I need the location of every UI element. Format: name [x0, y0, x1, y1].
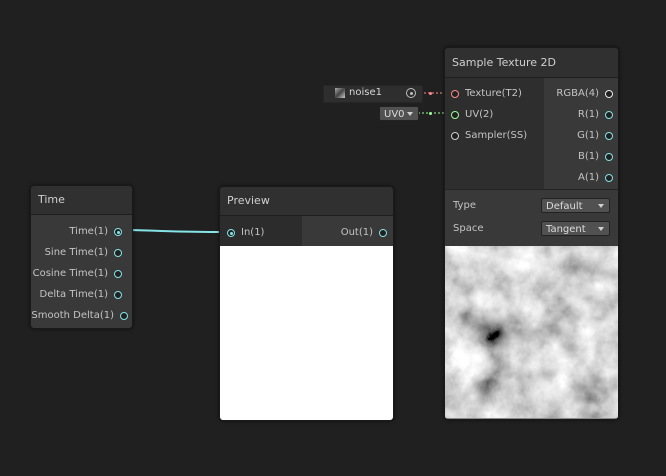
port-connector-icon[interactable] [114, 249, 122, 257]
chevron-down-icon [407, 112, 413, 116]
input-port-in[interactable]: In(1) [227, 224, 264, 242]
node-divider [445, 189, 618, 190]
uv-link-dot [429, 112, 432, 115]
chevron-down-icon [598, 227, 604, 231]
space-dropdown[interactable]: Tangent [541, 221, 610, 236]
output-port-cosine-time[interactable]: Cosine Time(1) [33, 265, 122, 283]
type-dropdown-value: Default [546, 201, 583, 212]
output-port-rgba[interactable]: RGBA(4) [556, 85, 613, 103]
port-label: Delta Time(1) [39, 289, 109, 300]
space-dropdown-value: Tangent [546, 224, 586, 235]
port-connector-icon[interactable] [114, 291, 122, 299]
uv-channel-value: UV0 [384, 109, 405, 120]
output-port-r[interactable]: R(1) [578, 106, 613, 124]
port-label: A(1) [577, 172, 599, 183]
port-label: Cosine Time(1) [32, 268, 108, 279]
preview-node[interactable]: Preview In(1) Out(1) [219, 186, 394, 421]
port-label: Time(1) [69, 226, 108, 237]
port-label: In(1) [241, 227, 265, 238]
port-label: Sine Time(1) [44, 247, 108, 258]
port-connector-icon[interactable] [605, 153, 613, 161]
port-connector-icon[interactable] [605, 174, 613, 182]
port-connector-icon[interactable] [451, 90, 459, 98]
texture-link-dot [429, 92, 432, 95]
preview-image [220, 246, 393, 420]
texture-preview-image [445, 246, 618, 419]
sample-texture-node-title: Sample Texture 2D [445, 48, 618, 78]
port-label: R(1) [577, 109, 599, 120]
output-port-smooth-delta[interactable]: Smooth Delta(1) [31, 307, 128, 325]
port-label: Out(1) [340, 227, 373, 238]
type-dropdown[interactable]: Default [541, 198, 610, 213]
type-label: Type [453, 200, 476, 211]
port-label: G(1) [577, 130, 599, 141]
port-connector-icon[interactable] [379, 229, 387, 237]
output-port-g[interactable]: G(1) [577, 127, 613, 145]
port-label: Texture(T2) [465, 88, 522, 99]
texture-input-field[interactable]: noise1 [323, 85, 423, 103]
output-port-out[interactable]: Out(1) [341, 224, 387, 242]
texture-thumbnail-icon [335, 88, 345, 98]
port-connector-icon[interactable] [605, 132, 613, 140]
input-port-texture[interactable]: Texture(T2) [451, 85, 522, 103]
output-port-delta-time[interactable]: Delta Time(1) [39, 286, 122, 304]
port-label: Smooth Delta(1) [31, 310, 114, 321]
output-port-b[interactable]: B(1) [578, 148, 613, 166]
input-port-sampler[interactable]: Sampler(SS) [451, 127, 527, 145]
output-port-sine-time[interactable]: Sine Time(1) [45, 244, 122, 262]
port-connector-icon[interactable] [114, 228, 122, 236]
time-node-title: Time [31, 186, 132, 215]
uv-channel-dropdown[interactable]: UV0 [379, 106, 419, 121]
port-connector-icon[interactable] [451, 111, 459, 119]
preview-node-title: Preview [220, 187, 393, 216]
port-label: B(1) [577, 151, 599, 162]
port-label: UV(2) [465, 109, 494, 120]
space-label: Space [453, 223, 484, 234]
port-connector-icon[interactable] [114, 270, 122, 278]
object-picker-icon[interactable] [406, 88, 416, 98]
texture-field-value: noise1 [349, 87, 382, 98]
port-connector-icon[interactable] [120, 312, 128, 320]
output-port-a[interactable]: A(1) [578, 169, 613, 187]
port-connector-icon[interactable] [605, 111, 613, 119]
port-label: RGBA(4) [556, 88, 599, 99]
input-port-uv[interactable]: UV(2) [451, 106, 493, 124]
port-connector-icon[interactable] [605, 90, 613, 98]
output-port-time[interactable]: Time(1) [69, 223, 122, 241]
time-node[interactable]: Time Time(1) Sine Time(1) Cosine Time(1)… [30, 185, 133, 329]
chevron-down-icon [598, 204, 604, 208]
sample-texture-2d-node[interactable]: Sample Texture 2D Texture(T2) UV(2) Samp… [444, 47, 619, 420]
port-connector-icon[interactable] [227, 229, 235, 237]
port-connector-icon[interactable] [451, 132, 459, 140]
port-label: Sampler(SS) [465, 130, 528, 141]
